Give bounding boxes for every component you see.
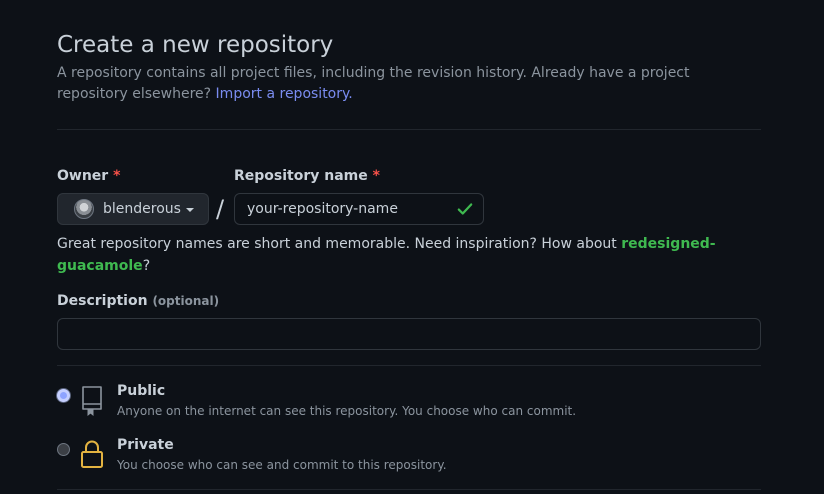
visibility-private-title: Private <box>117 437 174 453</box>
description-input[interactable] <box>57 318 761 350</box>
page-subtitle: A repository contains all project files,… <box>57 63 737 105</box>
repository-name-input[interactable]: your-repository-name <box>234 193 484 225</box>
page-title: Create a new repository <box>57 32 334 58</box>
visibility-public-title: Public <box>117 383 166 399</box>
description-label: Description (optional) <box>57 291 219 311</box>
repo-name-hint: Great repository names are short and mem… <box>57 233 747 277</box>
repo-name-label-text: Repository name <box>234 168 368 184</box>
repo-icon <box>82 386 102 417</box>
owner-label: Owner * <box>57 166 120 186</box>
owner-required-mark: * <box>113 168 121 184</box>
owner-repo-separator: / <box>216 195 225 223</box>
description-optional-note: (optional) <box>152 294 220 308</box>
header-divider <box>57 129 761 130</box>
subtitle-text: A repository contains all project files,… <box>57 65 690 102</box>
user-avatar <box>74 199 94 219</box>
owner-label-text: Owner <box>57 168 109 184</box>
visibility-private-description: You choose who can see and commit to thi… <box>117 458 447 472</box>
owner-dropdown[interactable]: blenderous <box>57 193 209 225</box>
description-divider <box>57 365 761 366</box>
visibility-private-radio[interactable] <box>57 443 70 456</box>
repository-name-value[interactable]: your-repository-name <box>247 201 456 217</box>
lock-icon <box>81 440 103 468</box>
description-label-text: Description <box>57 293 148 309</box>
visibility-public-radio[interactable] <box>57 389 70 402</box>
hint-text: Great repository names are short and mem… <box>57 236 617 252</box>
check-icon <box>457 203 473 215</box>
visibility-divider <box>57 489 761 490</box>
hint-suffix: ? <box>142 258 151 274</box>
owner-name: blenderous <box>103 201 181 217</box>
page: Create a new repository A repository con… <box>0 0 824 494</box>
repo-name-label: Repository name * <box>234 166 380 186</box>
visibility-public-description: Anyone on the internet can see this repo… <box>117 404 577 418</box>
repo-name-required-mark: * <box>372 168 380 184</box>
chevron-down-icon <box>185 208 194 212</box>
import-repository-link[interactable]: Import a repository. <box>216 86 353 102</box>
